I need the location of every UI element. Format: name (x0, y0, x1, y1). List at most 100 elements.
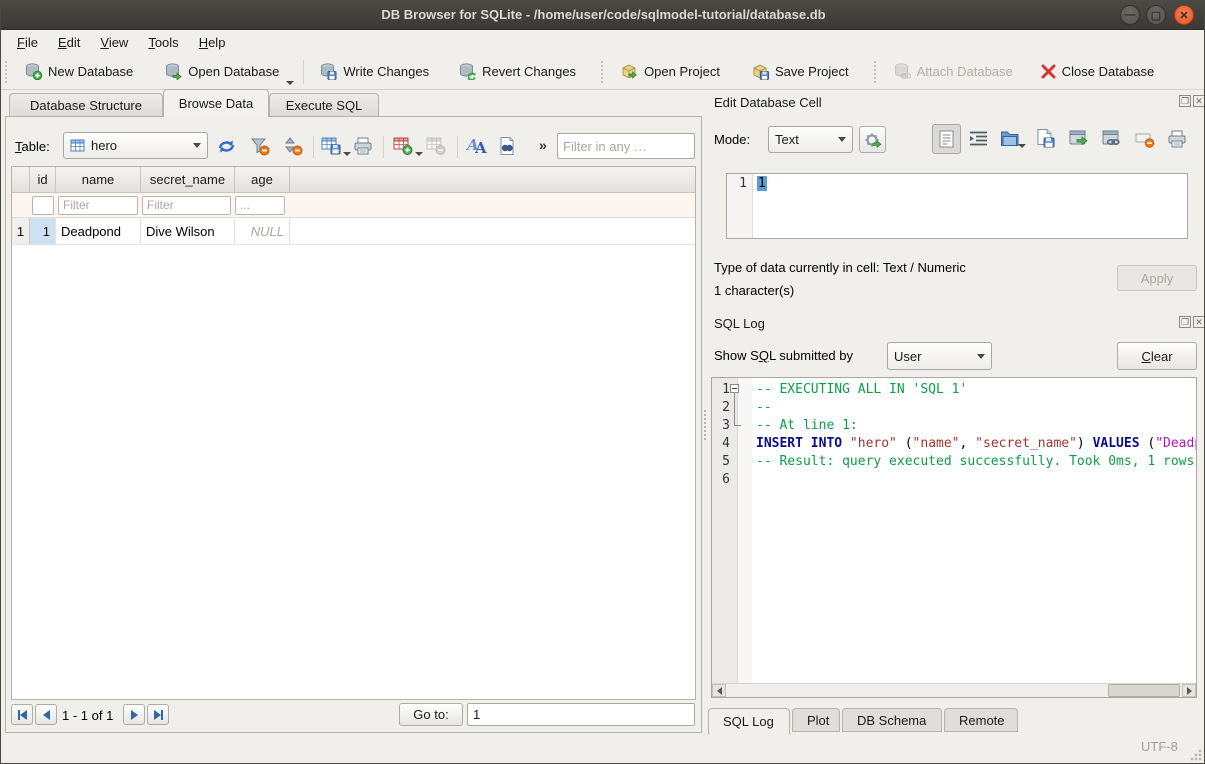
filter-any-input[interactable] (557, 133, 695, 159)
filter-input-secret-name[interactable] (142, 196, 231, 215)
import-file-button[interactable] (1000, 128, 1026, 149)
goto-input[interactable] (467, 703, 695, 726)
cell-id[interactable]: 1 (30, 218, 56, 244)
tab-browse-data[interactable]: Browse Data (163, 89, 269, 117)
sql-log-dock-title: SQL Log (714, 316, 765, 331)
row-header[interactable]: 1 (12, 218, 30, 244)
find-in-table-button[interactable] (497, 136, 517, 156)
edit-cell-dock-title: Edit Database Cell (714, 95, 822, 110)
filter-input-age[interactable] (235, 196, 285, 215)
write-changes-button[interactable]: Write Changes (311, 58, 438, 85)
insert-record-dropdown-caret[interactable] (415, 152, 423, 156)
tab-plot[interactable]: Plot (792, 708, 840, 732)
menu-file[interactable]: File (9, 32, 46, 53)
filter-input-id[interactable] (32, 196, 54, 215)
maximize-icon[interactable]: ▢ (1146, 5, 1166, 25)
refresh-button[interactable] (216, 136, 237, 157)
titlebar[interactable]: DB Browser for SQLite - /home/user/code/… (1, 0, 1205, 30)
open-database-dropdown-caret[interactable] (286, 81, 294, 85)
revert-changes-button[interactable]: Revert Changes (450, 58, 585, 85)
delete-record-button (426, 136, 447, 156)
indent-button[interactable] (969, 130, 988, 147)
window-title: DB Browser for SQLite - /home/user/code/… (381, 7, 825, 22)
last-record-button[interactable] (147, 704, 169, 725)
sql-log-line: 6 (712, 471, 1196, 489)
tab-db-schema[interactable]: DB Schema (842, 708, 942, 732)
dock-close-icon[interactable]: ✕ (1193, 95, 1205, 107)
sql-log-hscrollbar[interactable] (712, 683, 1196, 697)
toolbar-drag-handle[interactable] (5, 61, 10, 83)
dock-float-icon[interactable]: ❐ (1179, 95, 1191, 107)
save-table-dropdown-caret[interactable] (343, 152, 351, 156)
open-external-button[interactable] (1069, 130, 1089, 148)
link-button[interactable] (1102, 130, 1122, 148)
scrollbar-thumb[interactable] (1108, 684, 1180, 697)
first-record-button[interactable] (11, 704, 33, 725)
column-header-id[interactable]: id (30, 167, 56, 192)
close-icon[interactable]: ✕ (1174, 5, 1194, 25)
dock-float-icon[interactable]: ❐ (1179, 316, 1191, 328)
menu-edit[interactable]: Edit (50, 32, 88, 53)
cell-editor[interactable]: 1 1 (726, 173, 1188, 239)
clear-sorting-button[interactable] (283, 136, 303, 156)
resize-grip[interactable] (1190, 749, 1202, 761)
mode-select[interactable]: Text (768, 126, 853, 153)
sql-log-area[interactable]: 1-- EXECUTING ALL IN 'SQL 1'2--3-- At li… (711, 377, 1197, 698)
toolbar-drag-handle[interactable] (601, 61, 606, 83)
column-header-age[interactable]: age (235, 167, 290, 192)
goto-button[interactable]: Go to: (399, 703, 463, 726)
table-select[interactable]: hero (63, 132, 208, 159)
cell-char-count: 1 character(s) (714, 283, 794, 298)
print-cell-button[interactable] (1167, 129, 1187, 149)
clear-log-button[interactable]: Clear (1117, 342, 1197, 370)
sql-log-filter-select[interactable]: User (887, 342, 992, 370)
scroll-right-icon[interactable] (1182, 684, 1196, 697)
minimize-icon[interactable]: — (1120, 5, 1140, 25)
tab-sql-log[interactable]: SQL Log (708, 708, 790, 735)
overflow-chevron[interactable]: » (539, 137, 547, 153)
new-database-button[interactable]: New Database (16, 58, 142, 85)
open-database-button[interactable]: Open Database (156, 58, 288, 85)
data-grid: id name secret_name age 1 1 Deadpond Div… (11, 166, 696, 700)
last-record-icon (154, 710, 161, 720)
pane-splitter[interactable] (700, 117, 709, 733)
column-header-secret-name[interactable]: secret_name (141, 167, 235, 192)
dock-close-icon[interactable]: ✕ (1193, 316, 1205, 328)
next-record-button[interactable] (123, 704, 145, 725)
import-file-dropdown-caret[interactable] (1018, 144, 1026, 148)
previous-record-button[interactable] (35, 704, 57, 725)
export-file-icon (1035, 128, 1055, 149)
tab-database-structure[interactable]: Database Structure (9, 93, 163, 117)
fold-marker[interactable] (730, 384, 739, 393)
next-record-icon (131, 710, 138, 720)
toolbar-drag-handle[interactable] (874, 61, 879, 83)
grid-corner-header[interactable] (12, 167, 30, 192)
text-view-toggle[interactable] (932, 124, 961, 154)
save-project-button[interactable]: Save Project (743, 58, 858, 85)
scroll-left-icon[interactable] (712, 684, 726, 697)
encoding-status[interactable]: UTF-8 (1141, 739, 1178, 754)
mode-select-value: Text (775, 132, 799, 147)
clear-all-filters-button[interactable] (250, 136, 270, 156)
open-project-button[interactable]: Open Project (612, 58, 729, 85)
print-table-button[interactable] (353, 136, 373, 156)
font-settings-button[interactable]: AA (465, 134, 487, 156)
tab-remote[interactable]: Remote (944, 708, 1018, 732)
filter-input-name[interactable] (58, 196, 138, 215)
menu-tools[interactable]: Tools (140, 32, 186, 53)
apply-mode-button[interactable] (859, 126, 886, 153)
menu-view[interactable]: View (92, 32, 136, 53)
tab-execute-sql[interactable]: Execute SQL (269, 93, 379, 117)
column-header-name[interactable]: name (56, 167, 141, 192)
save-table-button[interactable] (321, 136, 351, 156)
set-null-button[interactable] (1135, 132, 1155, 148)
cell-name[interactable]: Deadpond (56, 218, 141, 244)
close-database-button[interactable]: Close Database (1032, 59, 1164, 84)
cell-age[interactable]: NULL (235, 218, 290, 244)
insert-record-button[interactable] (393, 136, 423, 156)
chevron-down-icon (977, 354, 985, 359)
print-icon (1167, 129, 1187, 149)
export-file-button[interactable] (1035, 128, 1055, 149)
cell-secret-name[interactable]: Dive Wilson (141, 218, 235, 244)
menu-help[interactable]: Help (191, 32, 234, 53)
